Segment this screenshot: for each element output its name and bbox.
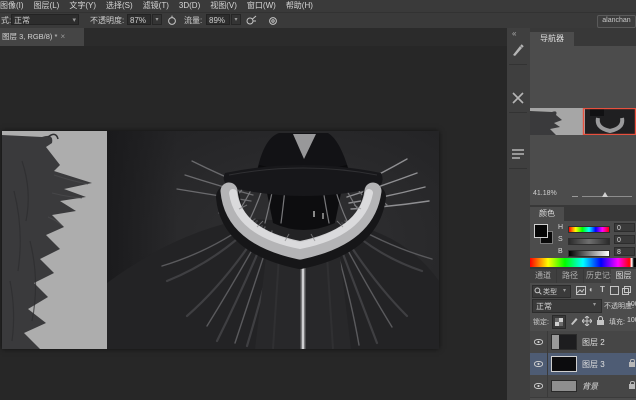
saturation-slider[interactable]: [568, 238, 610, 245]
mode-label: 式:: [1, 14, 11, 28]
layer-filter-dropdown[interactable]: 类型 ▾: [532, 285, 571, 298]
brightness-value[interactable]: 8: [614, 247, 635, 256]
clone-source-panel-icon[interactable]: [510, 90, 526, 106]
layer-opacity-value[interactable]: 100%: [627, 301, 636, 308]
user-account-button[interactable]: alanchan: [597, 15, 636, 28]
open-document[interactable]: [2, 131, 439, 349]
opacity-slider-arrow[interactable]: ▾: [152, 14, 162, 25]
tab-layers[interactable]: 图层: [611, 269, 636, 283]
hue-slider[interactable]: [568, 226, 610, 233]
menu-image[interactable]: 图像(I): [0, 1, 24, 10]
lock-pixels-icon[interactable]: [569, 316, 579, 326]
tab-color[interactable]: 颜色: [530, 207, 564, 221]
menu-window[interactable]: 窗口(W): [247, 1, 276, 10]
brush-panel-icon[interactable]: [510, 42, 526, 58]
hue-label: H: [558, 224, 563, 231]
layer-row-layer3-selected[interactable]: 图层 3: [530, 353, 636, 376]
menu-layer[interactable]: 图层(L): [34, 1, 60, 10]
filter-type-layers-icon[interactable]: T: [600, 285, 605, 294]
opacity-value[interactable]: 87%: [127, 14, 151, 25]
layer-name[interactable]: 图层 3: [582, 359, 605, 370]
character-panel-icon[interactable]: [510, 146, 526, 162]
document-tab-bar: 图层 3, RGB/8) *×: [0, 28, 507, 46]
menu-select[interactable]: 选择(S): [106, 1, 133, 10]
menu-help[interactable]: 帮助(H): [286, 1, 313, 10]
hue-value[interactable]: 0: [614, 223, 635, 232]
document-tab[interactable]: 图层 3, RGB/8) *×: [0, 28, 84, 46]
lock-label: 锁定:: [533, 317, 549, 327]
saturation-value[interactable]: 0: [614, 235, 635, 244]
layer-blend-mode-dropdown[interactable]: 正常 ▾: [532, 299, 602, 313]
close-icon[interactable]: ×: [60, 32, 65, 41]
foreground-color-swatch[interactable]: [534, 224, 548, 238]
tablet-pressure-size-icon[interactable]: [268, 15, 278, 25]
lock-position-icon[interactable]: [582, 316, 592, 326]
flow-slider-arrow[interactable]: ▾: [231, 14, 241, 25]
navigator-thumbnail[interactable]: [530, 108, 636, 135]
visibility-eye-icon[interactable]: [534, 361, 543, 367]
layer-thumbnail[interactable]: [551, 334, 577, 350]
lock-icon: [629, 384, 635, 389]
lock-transparency-button[interactable]: [552, 315, 566, 329]
artwork-left-figure: [2, 131, 107, 349]
flow-label: 流量:: [184, 14, 202, 28]
tool-options-bar: 式: 正常▾ 不透明度: 87% ▾ 流量: 89% ▾: [0, 13, 636, 29]
lock-all-icon[interactable]: [596, 316, 605, 326]
zoom-out-icon[interactable]: [572, 196, 578, 197]
layer-thumbnail[interactable]: [551, 356, 577, 372]
layer-name[interactable]: 图层 2: [582, 337, 605, 348]
fill-label: 填充:: [609, 317, 625, 327]
filter-type-label: 类型: [543, 287, 557, 297]
blend-mode-dropdown[interactable]: 正常▾: [11, 14, 79, 25]
expand-panels-icon[interactable]: «: [512, 29, 516, 38]
canvas-area[interactable]: [0, 46, 507, 400]
menu-filter[interactable]: 滤镜(T): [143, 1, 169, 10]
tab-navigator[interactable]: 导航器: [530, 32, 574, 46]
fill-value[interactable]: 100%: [627, 317, 636, 324]
layer-name[interactable]: 背景: [582, 381, 598, 392]
tab-channels[interactable]: 通道: [530, 269, 556, 283]
saturation-row: S 0 %: [558, 236, 636, 245]
filter-smart-objects-icon[interactable]: [622, 286, 631, 295]
document-title: 图层 3, RGB/8) *: [2, 32, 57, 41]
hue-row: H 0 °: [558, 224, 636, 233]
saturation-label: S: [558, 236, 563, 243]
visibility-eye-icon[interactable]: [534, 339, 543, 345]
panel-dock: « 导航器 41.18%: [507, 28, 636, 400]
panel-column: 导航器 41.18% 颜色: [530, 28, 636, 400]
menu-3d[interactable]: 3D(D): [179, 1, 200, 10]
filter-adjustment-layers-icon[interactable]: ◐: [589, 285, 594, 294]
brightness-label: B: [558, 248, 563, 255]
menu-bar: 图像(I) 图层(L) 文字(Y) 选择(S) 滤镜(T) 3D(D) 视图(V) 窗口(W)…: [0, 0, 636, 13]
chevron-down-icon: ▾: [593, 301, 596, 308]
photoshop-window: 图像(I) 图层(L) 文字(Y) 选择(S) 滤镜(T) 3D(D) 视图(V) 窗口(W)…: [0, 0, 636, 400]
lock-icon: [629, 362, 635, 367]
visibility-eye-icon[interactable]: [534, 383, 543, 389]
artwork-main-painting: [107, 131, 439, 349]
navigator-panel: 41.18%: [530, 46, 636, 205]
menu-view[interactable]: 视图(V): [210, 1, 237, 10]
layer-row-layer2[interactable]: 图层 2: [530, 331, 636, 354]
layer-row-background[interactable]: 背景: [530, 375, 636, 398]
chevron-down-icon: ▾: [72, 15, 76, 26]
filter-pixel-layers-icon[interactable]: [576, 286, 586, 295]
collapsed-panel-strip: «: [507, 28, 531, 400]
airbrush-icon[interactable]: [246, 15, 257, 25]
layer-thumbnail[interactable]: [551, 380, 577, 392]
tablet-pressure-opacity-icon[interactable]: [167, 15, 177, 25]
tab-paths[interactable]: 路径: [557, 269, 583, 283]
color-spectrum-ramp[interactable]: [530, 258, 636, 267]
opacity-label: 不透明度:: [90, 14, 124, 28]
brightness-slider[interactable]: [568, 250, 610, 257]
flow-value[interactable]: 89%: [206, 14, 230, 25]
zoom-percentage[interactable]: 41.18%: [533, 190, 557, 197]
zoom-slider-thumb[interactable]: [602, 192, 608, 197]
search-icon: [534, 287, 542, 295]
layers-panel: 类型 ▾ ◐ T 正常 ▾ 不透明度: 100% 锁定:: [530, 283, 636, 400]
brightness-row: B 8 %: [558, 248, 636, 257]
menu-type[interactable]: 文字(Y): [69, 1, 96, 10]
chevron-down-icon: ▾: [563, 287, 566, 294]
filter-shape-layers-icon[interactable]: [610, 286, 619, 295]
